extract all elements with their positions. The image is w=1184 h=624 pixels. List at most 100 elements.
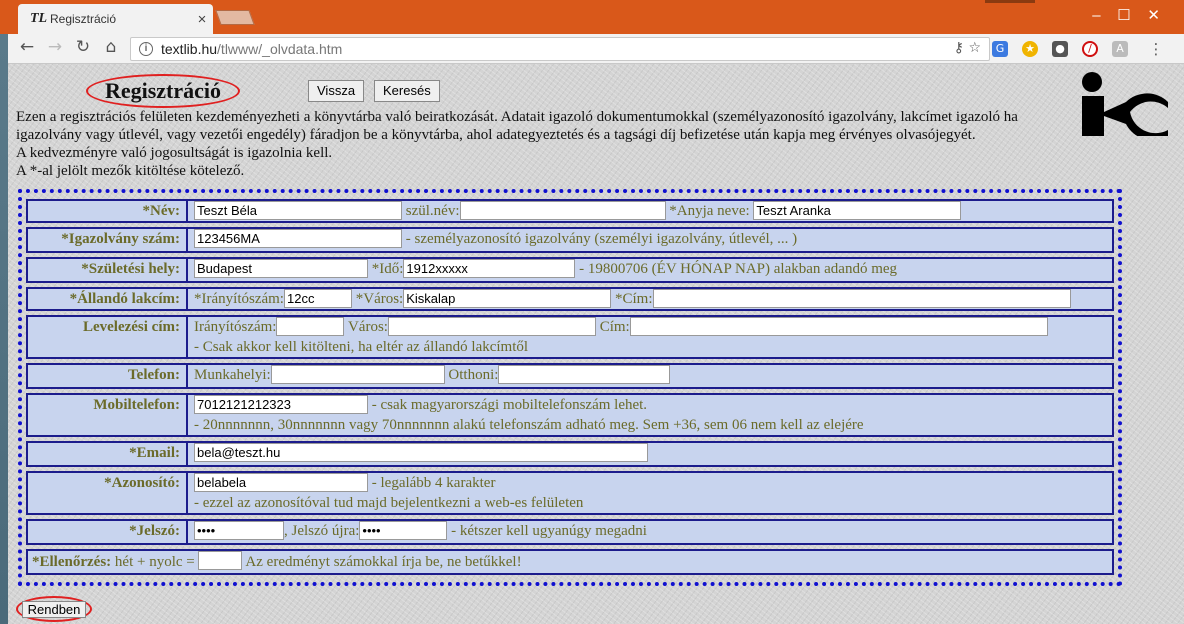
birth-date-label: *Idő: bbox=[371, 261, 404, 277]
row-email: *Email: bbox=[26, 441, 1114, 467]
street-input[interactable] bbox=[652, 289, 1071, 308]
captcha-input[interactable] bbox=[198, 551, 243, 570]
row-birth: *Születési hely: *Idő: - 19800706 (ÉV HÓ… bbox=[26, 257, 1114, 283]
city-label: *Város: bbox=[355, 291, 404, 307]
mobile-hint-1: - csak magyarországi mobiltelefonszám le… bbox=[371, 397, 648, 413]
home-phone-label: Otthoni: bbox=[448, 367, 499, 383]
login-fields: - legalább 4 karakter - ezzel az azonosí… bbox=[194, 473, 1112, 513]
submit-button[interactable]: Rendben bbox=[21, 600, 87, 618]
email-fields bbox=[194, 443, 1112, 463]
row-name: *Név: szül.név: *Anyja neve: bbox=[26, 199, 1114, 223]
browser-titlebar: TL Regisztráció × – ☐ ✕ bbox=[0, 0, 1184, 34]
id-card-fields: - személyazonosító igazolvány (személyi … bbox=[194, 229, 1112, 249]
login-label: *Azonosító: bbox=[28, 473, 188, 513]
mailing-street-label: Cím: bbox=[599, 319, 630, 335]
mobile-fields: - csak magyarországi mobiltelefonszám le… bbox=[194, 395, 1112, 435]
translate-icon[interactable]: G bbox=[992, 41, 1008, 57]
mailing-zip-input[interactable] bbox=[276, 317, 345, 336]
page-content: Regisztráció Vissza Keresés Ezen a regis… bbox=[8, 64, 1184, 624]
mobile-hint-2: - 20nnnnnnn, 30nnnnnnn vagy 70nnnnnnn al… bbox=[194, 417, 864, 433]
home-icon[interactable]: ⌂ bbox=[100, 37, 122, 57]
password-fields: , Jelszó újra: - kétszer kell ugyanúgy m… bbox=[194, 521, 1112, 541]
city-input[interactable] bbox=[403, 289, 612, 308]
permanent-address-label: *Állandó lakcím: bbox=[28, 289, 188, 309]
password-again-label: , Jelszó újra: bbox=[284, 523, 360, 539]
login-hint-1: - legalább 4 karakter bbox=[371, 475, 496, 491]
password-label: *Jelszó: bbox=[28, 521, 188, 543]
id-card-hint: - személyazonosító igazolvány (személyi … bbox=[405, 231, 798, 247]
home-phone-input[interactable] bbox=[498, 365, 671, 384]
intro-line: igazolvány vagy útlevél, vagy vezetői en… bbox=[16, 127, 976, 143]
captcha-fields: *Ellenőrzés: hét + nyolc = Az eredményt … bbox=[28, 551, 1112, 573]
captcha-question: hét + nyolc = bbox=[114, 554, 195, 570]
mobile-input[interactable] bbox=[194, 395, 368, 414]
email-label: *Email: bbox=[28, 443, 188, 465]
info-icon[interactable]: i bbox=[139, 42, 153, 56]
zip-input[interactable] bbox=[283, 289, 352, 308]
id-card-input[interactable] bbox=[194, 229, 402, 248]
browser-tab[interactable]: TL Regisztráció × bbox=[18, 4, 213, 34]
row-login: *Azonosító: - legalább 4 karakter - ezze… bbox=[26, 471, 1114, 515]
password-input[interactable] bbox=[194, 521, 284, 540]
pdf-icon[interactable]: A bbox=[1112, 41, 1128, 57]
window-controls[interactable]: – ☐ ✕ bbox=[1092, 6, 1160, 24]
name-fields: szül.név: *Anyja neve: bbox=[194, 201, 1112, 221]
row-mobile: Mobiltelefon: - csak magyarországi mobil… bbox=[26, 393, 1114, 437]
login-hint-2: - ezzel az azonosítóval tud majd bejelen… bbox=[194, 495, 584, 511]
row-id-card: *Igazolvány szám: - személyazonosító iga… bbox=[26, 227, 1114, 253]
mailing-address-label: Levelezési cím: bbox=[28, 317, 188, 357]
work-phone-input[interactable] bbox=[270, 365, 445, 384]
intro-line: A *-al jelölt mezők kitöltése kötelező. bbox=[16, 163, 245, 179]
row-password: *Jelszó: , Jelszó újra: - kétszer kell u… bbox=[26, 519, 1114, 545]
birth-place-input[interactable] bbox=[194, 259, 368, 278]
favicon-icon: TL bbox=[30, 11, 48, 26]
work-phone-label: Munkahelyi: bbox=[194, 367, 271, 383]
permanent-address-fields: *Irányítószám: *Város: *Cím: bbox=[194, 289, 1112, 309]
tab-title: Regisztráció bbox=[50, 12, 117, 26]
search-button[interactable]: Keresés bbox=[374, 80, 440, 102]
row-captcha: *Ellenőrzés: hét + nyolc = Az eredményt … bbox=[26, 549, 1114, 575]
mother-name-input[interactable] bbox=[753, 201, 962, 220]
block-icon[interactable]: / bbox=[1082, 41, 1098, 57]
mailing-hint: - Csak akkor kell kitölteni, ha eltér az… bbox=[194, 339, 529, 355]
desktop-strip bbox=[0, 34, 8, 624]
zip-label: *Irányítószám: bbox=[194, 291, 284, 307]
menu-icon[interactable]: ⋮ bbox=[1148, 41, 1164, 57]
back-arrow-icon[interactable]: ← bbox=[16, 37, 38, 57]
street-label: *Cím: bbox=[614, 291, 653, 307]
birth-date-input[interactable] bbox=[403, 259, 576, 278]
mailing-street-input[interactable] bbox=[629, 317, 1048, 336]
intro-line: Ezen a regisztrációs felületen kezdemény… bbox=[16, 109, 1018, 125]
login-input[interactable] bbox=[194, 473, 368, 492]
id-card-label: *Igazolvány szám: bbox=[28, 229, 188, 251]
password-hint: - kétszer kell ugyanúgy megadni bbox=[451, 523, 647, 539]
name-input[interactable] bbox=[194, 201, 402, 220]
coin-icon[interactable]: ★ bbox=[1022, 41, 1038, 57]
titlebar-user-area bbox=[985, 0, 1035, 3]
captcha-hint: Az eredményt számokkal írja be, ne betűk… bbox=[245, 554, 522, 570]
birth-name-label: szül.név: bbox=[405, 203, 460, 219]
birth-fields: *Idő: - 19800706 (ÉV HÓNAP NAP) alakban … bbox=[194, 259, 1112, 279]
row-mailing-address: Levelezési cím: Irányítószám: Város: Cím… bbox=[26, 315, 1114, 359]
password-again-input[interactable] bbox=[359, 521, 448, 540]
mailing-city-label: Város: bbox=[347, 319, 388, 335]
address-bar[interactable]: i textlib.hu/tlwww/_olvdata.htm ⚷ ☆ bbox=[130, 37, 990, 61]
captcha-label: *Ellenőrzés: bbox=[32, 554, 112, 570]
mailing-city-input[interactable] bbox=[387, 317, 596, 336]
birth-place-label: *Születési hely: bbox=[28, 259, 188, 281]
birth-name-input[interactable] bbox=[459, 201, 666, 220]
url-path: /tlwww/_olvdata.htm bbox=[217, 41, 343, 57]
extension-icon[interactable]: ● bbox=[1052, 41, 1068, 57]
forward-arrow-icon[interactable]: → bbox=[44, 37, 66, 57]
browser-toolbar: ← → ↻ ⌂ i textlib.hu/tlwww/_olvdata.htm … bbox=[8, 34, 1184, 64]
close-icon[interactable]: × bbox=[191, 11, 213, 28]
back-button[interactable]: Vissza bbox=[308, 80, 365, 102]
registration-form: *Név: szül.név: *Anyja neve: *Igazolvány… bbox=[18, 189, 1122, 586]
new-tab-button[interactable] bbox=[215, 10, 255, 25]
key-and-star-icons[interactable]: ⚷ ☆ bbox=[954, 40, 981, 56]
mother-name-label: *Anyja neve: bbox=[669, 203, 750, 219]
email-input[interactable] bbox=[194, 443, 648, 462]
mailing-address-fields: Irányítószám: Város: Cím: - Csak akkor k… bbox=[194, 317, 1112, 357]
reload-icon[interactable]: ↻ bbox=[72, 37, 94, 57]
row-permanent-address: *Állandó lakcím: *Irányítószám: *Város: … bbox=[26, 287, 1114, 311]
